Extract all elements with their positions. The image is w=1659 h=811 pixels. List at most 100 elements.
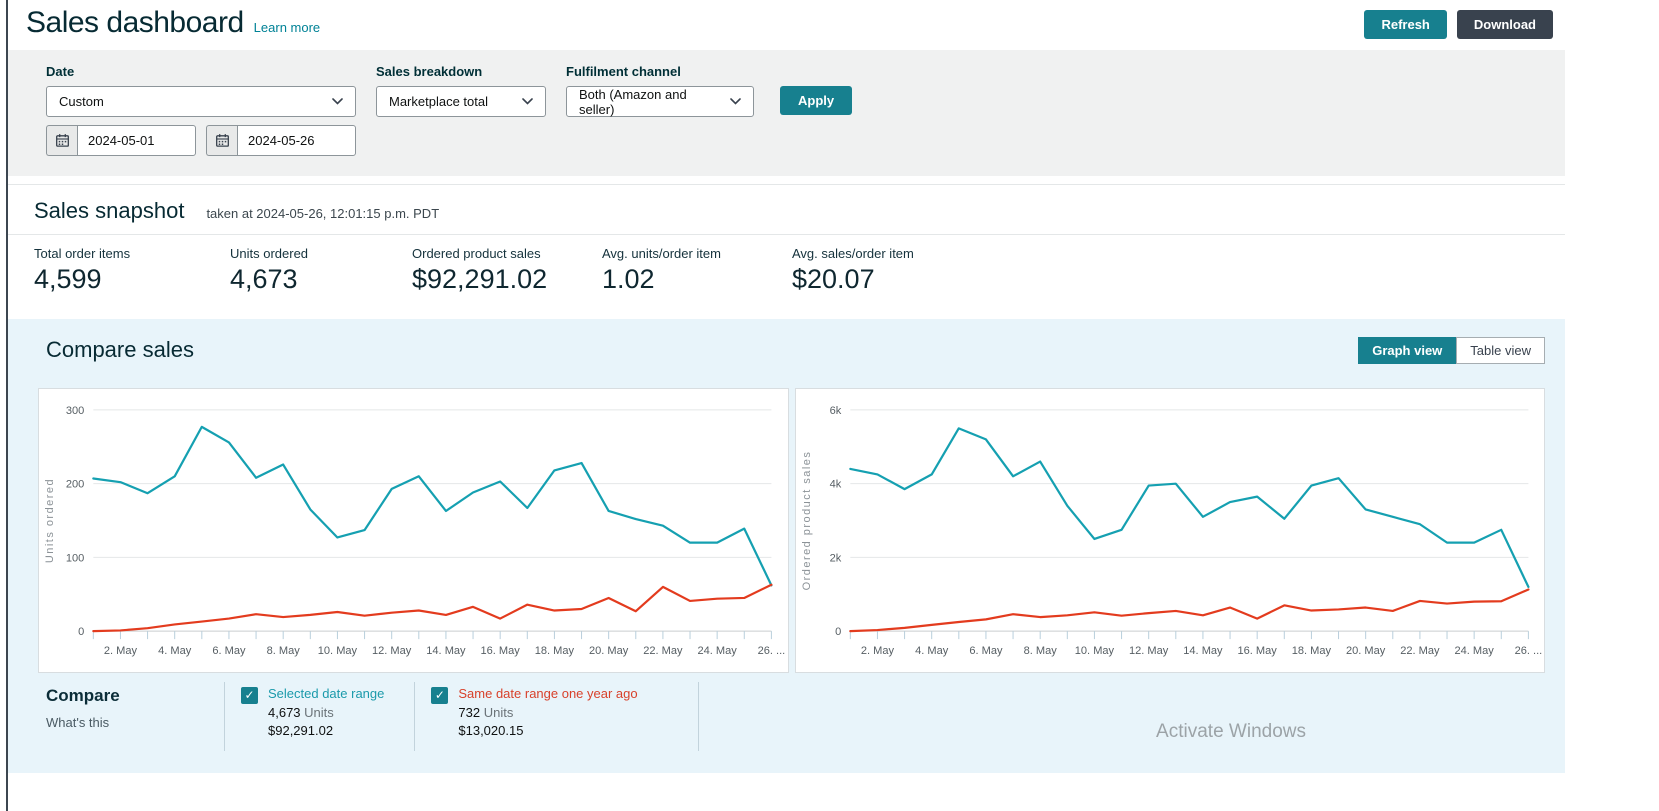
svg-text:4. May: 4. May bbox=[915, 645, 949, 657]
date-filter-group: Date Custom bbox=[46, 64, 356, 156]
snapshot-title: Sales snapshot bbox=[34, 198, 185, 223]
svg-text:16. May: 16. May bbox=[481, 645, 521, 657]
stat-value: 4,673 bbox=[230, 264, 298, 294]
svg-text:4. May: 4. May bbox=[158, 645, 192, 657]
stat-ordered-product-sales: Ordered product sales $92,291.02 bbox=[412, 246, 602, 295]
sales-breakdown-filter-group: Sales breakdown Marketplace total bbox=[376, 64, 546, 156]
date-to-input[interactable] bbox=[237, 125, 356, 156]
svg-text:26. ...: 26. ... bbox=[758, 645, 786, 657]
svg-text:16. May: 16. May bbox=[1237, 645, 1277, 657]
chevron-down-icon bbox=[332, 98, 343, 105]
stat-value: 4,599 bbox=[34, 264, 102, 294]
svg-text:12. May: 12. May bbox=[1129, 645, 1169, 657]
svg-text:300: 300 bbox=[66, 405, 84, 417]
whats-this-link[interactable]: What's this bbox=[46, 715, 109, 730]
view-toggle: Graph view Table view bbox=[1358, 337, 1545, 364]
svg-text:8. May: 8. May bbox=[1023, 645, 1057, 657]
apply-button[interactable]: Apply bbox=[780, 86, 853, 115]
activate-windows-watermark: Activate Windows bbox=[1156, 721, 1306, 742]
svg-text:20. May: 20. May bbox=[1346, 645, 1386, 657]
date-range-value: Custom bbox=[59, 94, 104, 109]
compare-sales-title: Compare sales bbox=[46, 337, 194, 362]
svg-text:2. May: 2. May bbox=[860, 645, 894, 657]
stat-value: $20.07 bbox=[792, 264, 875, 294]
svg-text:6. May: 6. May bbox=[969, 645, 1003, 657]
svg-text:6. May: 6. May bbox=[212, 645, 246, 657]
sales-breakdown-select[interactable]: Marketplace total bbox=[376, 86, 546, 117]
stat-total-order-items: Total order items 4,599 bbox=[34, 246, 230, 295]
stat-value: $92,291.02 bbox=[412, 264, 548, 294]
year-ago-range-checkbox[interactable]: ✓ bbox=[431, 687, 449, 704]
svg-text:26. ...: 26. ... bbox=[1514, 645, 1542, 657]
svg-text:0: 0 bbox=[78, 626, 84, 638]
legend-item-year-ago-range: ✓ Same date range one year ago 732 Units… bbox=[414, 682, 699, 751]
svg-text:10. May: 10. May bbox=[1074, 645, 1114, 657]
units-ordered-chart: 0 100 200 300 2. May 4. May 6. May 8. May 10. Ma… bbox=[38, 388, 789, 673]
ordered-product-sales-chart: 0 2k 4k 6k 2. May 4. May 6. May 8. May 10. May 12… bbox=[794, 388, 1545, 673]
svg-text:22. May: 22. May bbox=[643, 645, 683, 657]
svg-text:24. May: 24. May bbox=[697, 645, 737, 657]
legend-sales: $92,291.02 bbox=[268, 723, 334, 738]
compare-legend: Compare What's this ✓ Selected date rang… bbox=[38, 682, 1545, 751]
date-from-input[interactable] bbox=[77, 125, 196, 156]
chevron-down-icon bbox=[730, 98, 741, 105]
page-header: Sales dashboard Learn more Refresh Downl… bbox=[8, 0, 1565, 50]
sales-breakdown-label: Sales breakdown bbox=[376, 64, 483, 79]
stat-label: Units ordered bbox=[230, 246, 309, 261]
svg-text:14. May: 14. May bbox=[426, 645, 466, 657]
svg-text:14. May: 14. May bbox=[1183, 645, 1223, 657]
svg-text:18. May: 18. May bbox=[535, 645, 575, 657]
svg-text:0: 0 bbox=[835, 626, 841, 638]
snapshot-timestamp: taken at 2024-05-26, 12:01:15 p.m. PDT bbox=[206, 206, 440, 221]
compare-sales-section: Compare sales Graph view Table view 0 100… bbox=[8, 319, 1565, 773]
svg-text:22. May: 22. May bbox=[1400, 645, 1440, 657]
fulfilment-channel-select[interactable]: Both (Amazon and seller) bbox=[566, 86, 754, 117]
sales-snapshot-section: Sales snapshot taken at 2024-05-26, 12:0… bbox=[8, 184, 1565, 311]
learn-more-link[interactable]: Learn more bbox=[254, 20, 320, 35]
stat-value: 1.02 bbox=[602, 264, 655, 294]
compare-charts: 0 100 200 300 2. May 4. May 6. May 8. May 10. Ma… bbox=[38, 388, 1545, 673]
stat-label: Total order items bbox=[34, 246, 131, 261]
legend-sales: $13,020.15 bbox=[458, 723, 524, 738]
calendar-icon[interactable] bbox=[46, 125, 77, 156]
svg-text:Units ordered: Units ordered bbox=[44, 478, 56, 563]
svg-text:200: 200 bbox=[66, 479, 84, 491]
page-title: Sales dashboard bbox=[26, 6, 244, 39]
graph-view-button[interactable]: Graph view bbox=[1358, 337, 1457, 364]
date-from-field bbox=[46, 125, 196, 156]
sales-dashboard-page: Sales dashboard Learn more Refresh Downl… bbox=[8, 0, 1565, 773]
snapshot-stats: Total order items 4,599 Units ordered 4,… bbox=[8, 235, 1565, 311]
calendar-icon-glyph bbox=[55, 134, 69, 147]
legend-label: Same date range one year ago bbox=[458, 686, 638, 701]
svg-text:2k: 2k bbox=[829, 552, 841, 564]
svg-text:24. May: 24. May bbox=[1454, 645, 1494, 657]
compare-heading: Compare bbox=[46, 686, 120, 705]
date-range-select[interactable]: Custom bbox=[46, 86, 356, 117]
svg-text:12. May: 12. May bbox=[372, 645, 412, 657]
calendar-icon[interactable] bbox=[206, 125, 237, 156]
stat-avg-units-per-order-item: Avg. units/order item 1.02 bbox=[602, 246, 792, 295]
download-button[interactable]: Download bbox=[1456, 10, 1553, 39]
legend-units: 732 Units bbox=[458, 705, 514, 720]
svg-text:8. May: 8. May bbox=[267, 645, 301, 657]
svg-text:2. May: 2. May bbox=[104, 645, 138, 657]
refresh-button[interactable]: Refresh bbox=[1364, 10, 1447, 39]
chevron-down-icon bbox=[522, 98, 533, 105]
table-view-button[interactable]: Table view bbox=[1456, 337, 1545, 364]
calendar-icon-glyph bbox=[215, 134, 229, 147]
stat-label: Ordered product sales bbox=[412, 246, 541, 261]
filter-bar: Date Custom 2024-05-01 2024-05-26 Sales … bbox=[8, 50, 1565, 176]
date-to-field bbox=[206, 125, 356, 156]
stat-label: Avg. sales/order item bbox=[792, 246, 914, 261]
fulfilment-channel-label: Fulfilment channel bbox=[566, 64, 681, 79]
sales-breakdown-value: Marketplace total bbox=[389, 94, 488, 109]
stat-avg-sales-per-order-item: Avg. sales/order item $20.07 bbox=[792, 246, 914, 295]
fulfilment-channel-filter-group: Fulfilment channel Both (Amazon and sell… bbox=[566, 64, 758, 156]
legend-label: Selected date range bbox=[268, 686, 385, 701]
selected-range-checkbox[interactable]: ✓ bbox=[241, 687, 258, 704]
svg-text:6k: 6k bbox=[829, 405, 841, 417]
svg-text:100: 100 bbox=[66, 552, 84, 564]
legend-units: 4,673 Units bbox=[268, 705, 334, 720]
svg-text:18. May: 18. May bbox=[1291, 645, 1331, 657]
date-label: Date bbox=[46, 64, 75, 79]
